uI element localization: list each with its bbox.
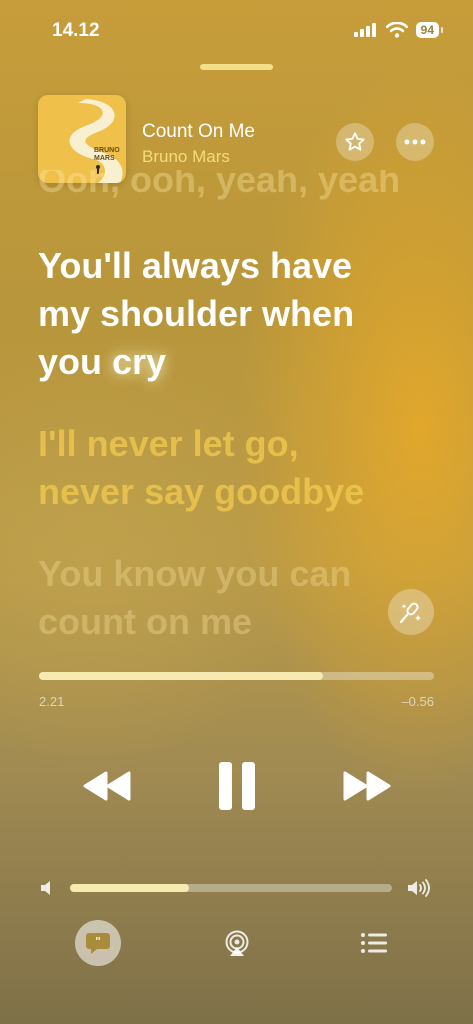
lyric-line-next[interactable]: I'll never let go, never say goodbye: [38, 420, 364, 516]
lyrics-view[interactable]: Ooh, ooh, yeah, yeah You'll always have …: [38, 170, 438, 640]
cellular-signal-icon: [353, 23, 376, 37]
pause-icon: [219, 762, 255, 810]
progress-fill: [39, 672, 324, 680]
backward-icon: [83, 771, 131, 801]
lyric-text: you: [38, 341, 113, 382]
album-art-text: BRUNO MARS: [94, 147, 120, 162]
queue-button[interactable]: [360, 932, 388, 956]
rewind-button[interactable]: [78, 758, 136, 814]
svg-text:": ": [95, 935, 101, 949]
lyric-text: You know you can: [38, 553, 352, 594]
remaining-time: –0.56: [401, 694, 434, 709]
volume-fill: [70, 884, 190, 892]
favorite-button[interactable]: [336, 123, 374, 161]
bottom-toolbar: ": [0, 920, 473, 970]
sheet-grabber[interactable]: [200, 64, 273, 70]
lyric-text: never say goodbye: [38, 471, 365, 512]
status-bar: 14.12 94: [0, 0, 473, 60]
lyric-line-previous[interactable]: Ooh, ooh, yeah, yeah: [38, 170, 400, 204]
airplay-icon: [225, 930, 249, 956]
airplay-button[interactable]: [222, 930, 252, 958]
speaker-wave-icon: [408, 879, 430, 897]
playback-progress-bar[interactable]: [39, 672, 434, 680]
lyric-text: I'll never let go,: [38, 423, 299, 464]
battery-indicator: 94: [415, 22, 444, 38]
lyric-text: my shoulder when: [38, 293, 355, 334]
elapsed-time: 2.21: [39, 694, 65, 709]
sing-button[interactable]: [388, 589, 434, 635]
lyric-text: count on me: [38, 601, 252, 640]
lyric-line-later[interactable]: You know you can count on me: [38, 550, 351, 640]
lyrics-quote-icon: ": [86, 933, 110, 954]
lyric-line-current[interactable]: You'll always have my shoulder when you …: [38, 242, 354, 386]
lyrics-button[interactable]: ": [75, 920, 121, 966]
status-icons: 94: [353, 22, 444, 38]
list-icon: [361, 933, 387, 953]
status-time: 14.12: [52, 20, 100, 41]
forward-icon: [343, 771, 391, 801]
forward-button[interactable]: [338, 758, 396, 814]
microphone-sparkle-icon: [399, 602, 421, 624]
song-title: Count On Me: [142, 121, 255, 142]
more-options-button[interactable]: [396, 123, 434, 161]
speaker-icon: [41, 881, 50, 895]
ellipsis-icon: [404, 139, 426, 145]
wifi-icon: [385, 22, 408, 38]
lyric-word-active: cry: [112, 341, 167, 382]
pause-button[interactable]: [208, 758, 266, 814]
star-icon: [345, 132, 365, 151]
volume-slider[interactable]: [70, 884, 392, 892]
volume-control: [40, 878, 433, 898]
lyric-text: You'll always have: [38, 245, 353, 286]
artist-name[interactable]: Bruno Mars: [142, 147, 230, 167]
